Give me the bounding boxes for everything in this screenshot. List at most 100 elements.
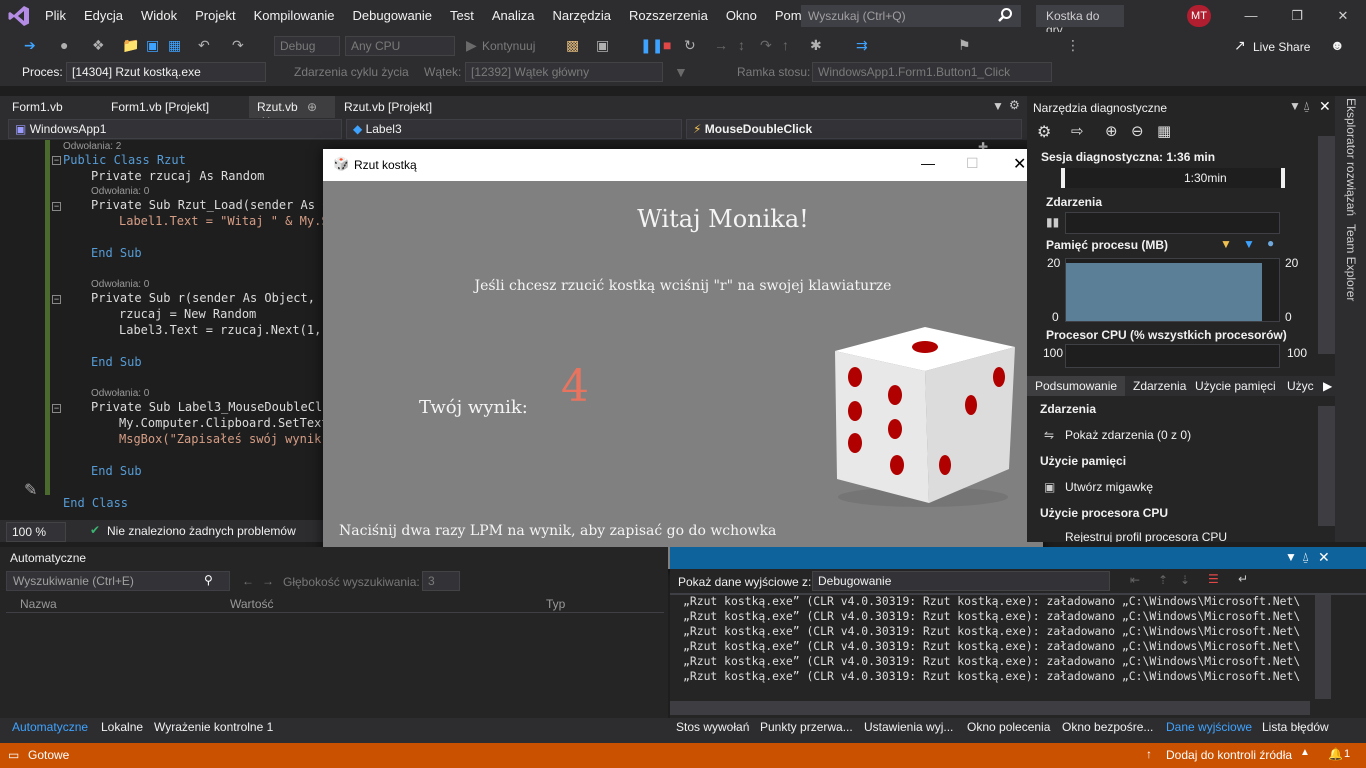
toolbar-overflow-icon[interactable]: ⋮ xyxy=(1066,37,1080,54)
close-icon[interactable]: ✕ xyxy=(1320,0,1366,32)
solution-explorer-tab[interactable]: Eksplorator rozwiązań xyxy=(1344,98,1358,216)
find-message-icon[interactable]: ⇤ xyxy=(1130,573,1140,587)
tab-command-window[interactable]: Okno polecenia xyxy=(967,720,1050,734)
result-value[interactable]: 4 xyxy=(561,361,589,412)
hot-reload-icon[interactable]: ✱ xyxy=(810,37,822,54)
tab-exception-settings[interactable]: Ustawienia wyj... xyxy=(864,720,953,734)
screenshot-icon[interactable]: ▣ xyxy=(596,37,609,54)
pause-icon[interactable]: ❚❚ xyxy=(640,37,663,54)
menu-projekt[interactable]: Projekt xyxy=(186,8,244,23)
open-folder-icon[interactable]: 📁 xyxy=(122,37,139,54)
tab-rzut-vb[interactable]: Rzut.vb ⊕ ✕ xyxy=(249,96,335,128)
dialog-minimize-icon[interactable]: — xyxy=(921,155,935,171)
lifecycle-events-button[interactable]: Zdarzenia cyklu życia xyxy=(294,65,409,79)
tab-summary[interactable]: Podsumowanie xyxy=(1027,376,1126,396)
redo-icon[interactable]: ↷ xyxy=(232,37,244,54)
tab-list-dropdown-icon[interactable]: ▼ xyxy=(992,99,1004,113)
search-forward-icon[interactable]: → xyxy=(262,574,274,588)
memory-graph[interactable] xyxy=(1065,258,1280,322)
class-dropdown[interactable]: ◆ Label3 xyxy=(346,119,682,139)
tab-breakpoints[interactable]: Punkty przerwa... xyxy=(760,720,853,734)
timeline-start-handle[interactable] xyxy=(1061,168,1065,188)
tab-events[interactable]: Zdarzenia xyxy=(1133,379,1186,393)
search-back-icon[interactable]: ← xyxy=(242,574,254,588)
diag-scrollbar-top[interactable] xyxy=(1318,136,1335,354)
collapse-icon[interactable]: − xyxy=(52,404,61,413)
prev-message-icon[interactable]: ⇡ xyxy=(1158,573,1168,587)
menu-analiza[interactable]: Analiza xyxy=(483,8,544,23)
word-wrap-icon[interactable]: ↵ xyxy=(1238,572,1248,586)
new-project-icon[interactable]: ❖ xyxy=(92,37,105,54)
undo-icon[interactable]: ↶ xyxy=(198,37,210,54)
member-dropdown[interactable]: ⚡ MouseDoubleClick xyxy=(686,119,1022,139)
visual-studio-logo-icon[interactable] xyxy=(8,5,30,27)
stop-icon[interactable]: ■ xyxy=(663,37,671,53)
step-out-icon[interactable]: ↑ xyxy=(782,37,789,53)
menu-debugowanie[interactable]: Debugowanie xyxy=(344,8,442,23)
settings-icon[interactable]: ⚙ xyxy=(1037,122,1051,142)
team-explorer-tab[interactable]: Team Explorer xyxy=(1344,224,1358,301)
col-type[interactable]: Typ xyxy=(546,597,565,611)
attach-icon[interactable]: ▩ xyxy=(566,37,579,54)
zoom-select[interactable]: 100 % xyxy=(6,522,66,542)
tab-form1-vb[interactable]: Form1.vb xyxy=(4,96,71,118)
code-lens-references[interactable]: Odwołania: 0 xyxy=(91,279,149,290)
search-input[interactable]: Wyszukaj (Ctrl+Q) xyxy=(801,5,1021,27)
export-icon[interactable]: ⇨ xyxy=(1071,122,1084,140)
next-message-icon[interactable]: ⇣ xyxy=(1180,573,1190,587)
dialog-close-icon[interactable]: ✕ xyxy=(1013,154,1026,174)
panel-dropdown-icon[interactable]: ▼ xyxy=(1289,99,1301,113)
add-to-source-control-button[interactable]: Dodaj do kontroli źródła xyxy=(1166,748,1292,762)
process-select[interactable]: [14304] Rzut kostką.exe xyxy=(66,62,266,82)
problems-status[interactable]: Nie znaleziono żadnych problemów xyxy=(107,524,296,538)
output-vscroll[interactable] xyxy=(1315,595,1331,699)
step-over-icon[interactable]: ↷ xyxy=(760,37,772,54)
cpu-graph[interactable] xyxy=(1065,344,1280,368)
tab-output[interactable]: Dane wyjściowe xyxy=(1166,720,1252,734)
tab-memory-usage[interactable]: Użycie pamięci xyxy=(1195,379,1276,393)
live-share-button[interactable]: Live Share xyxy=(1253,40,1310,54)
save-all-icon[interactable]: ▦ xyxy=(168,37,181,54)
pause-icon[interactable]: ▮▮ xyxy=(1046,215,1059,229)
bookmark-icon[interactable]: ⚑ xyxy=(958,37,971,54)
project-dropdown[interactable]: ▣ WindowsApp1 xyxy=(8,119,342,139)
col-name[interactable]: Nazwa xyxy=(20,597,57,611)
code-lens-references[interactable]: Odwołania: 0 xyxy=(91,186,149,197)
back-icon[interactable]: ➔ xyxy=(24,37,36,54)
output-close-icon[interactable]: ✕ xyxy=(1318,549,1330,566)
panel-close-icon[interactable]: ✕ xyxy=(1319,98,1331,115)
output-hscroll[interactable] xyxy=(670,701,1310,715)
menu-edycja[interactable]: Edycja xyxy=(75,8,132,23)
stack-frame-select[interactable]: WindowsApp1.Form1.Button1_Click xyxy=(812,62,1052,82)
tab-watch-1[interactable]: Wyrażenie kontrolne 1 xyxy=(154,720,273,734)
code-lens-references[interactable]: Odwołania: 0 xyxy=(91,388,149,399)
menu-widok[interactable]: Widok xyxy=(132,8,186,23)
tab-scroll-right-icon[interactable]: ▶ xyxy=(1323,379,1332,393)
minimize-icon[interactable]: — xyxy=(1228,0,1274,32)
notifications-count[interactable]: 1 xyxy=(1344,748,1350,760)
timeline-end-handle[interactable] xyxy=(1281,168,1285,188)
tab-locals[interactable]: Lokalne xyxy=(101,720,143,734)
continue-button[interactable]: Kontynuuj xyxy=(482,39,535,53)
live-share-icon[interactable]: ↗ xyxy=(1234,37,1246,54)
reset-view-icon[interactable]: ▦ xyxy=(1157,122,1171,140)
show-events-link[interactable]: Pokaż zdarzenia (0 z 0) xyxy=(1065,428,1191,442)
events-track[interactable] xyxy=(1065,212,1280,234)
quick-actions-icon[interactable]: ✎ xyxy=(24,480,37,500)
menu-narzedzia[interactable]: Narzędzia xyxy=(544,8,621,23)
filter-icon[interactable]: ▼ xyxy=(674,64,688,80)
tab-immediate-window[interactable]: Okno bezpośre... xyxy=(1062,720,1153,734)
tab-call-stack[interactable]: Stos wywołań xyxy=(676,720,749,734)
menu-okno[interactable]: Okno xyxy=(717,8,766,23)
step-into-icon[interactable]: ↕ xyxy=(738,37,745,53)
tab-error-list[interactable]: Lista błędów xyxy=(1262,720,1329,734)
menu-rozszerzenia[interactable]: Rozszerzenia xyxy=(620,8,717,23)
code-lens-references[interactable]: Odwołania: 2 xyxy=(63,141,121,152)
autos-search-input[interactable]: Wyszukiwanie (Ctrl+E) xyxy=(6,571,230,591)
continue-icon[interactable]: ▶ xyxy=(466,37,477,54)
editor-settings-icon[interactable]: ⚙ xyxy=(1009,98,1020,112)
output-source-select[interactable]: Debugowanie xyxy=(812,571,1110,591)
col-value[interactable]: Wartość xyxy=(230,597,274,611)
restart-icon[interactable]: ↻ xyxy=(684,37,696,54)
show-next-statement-icon[interactable]: → xyxy=(714,37,728,53)
